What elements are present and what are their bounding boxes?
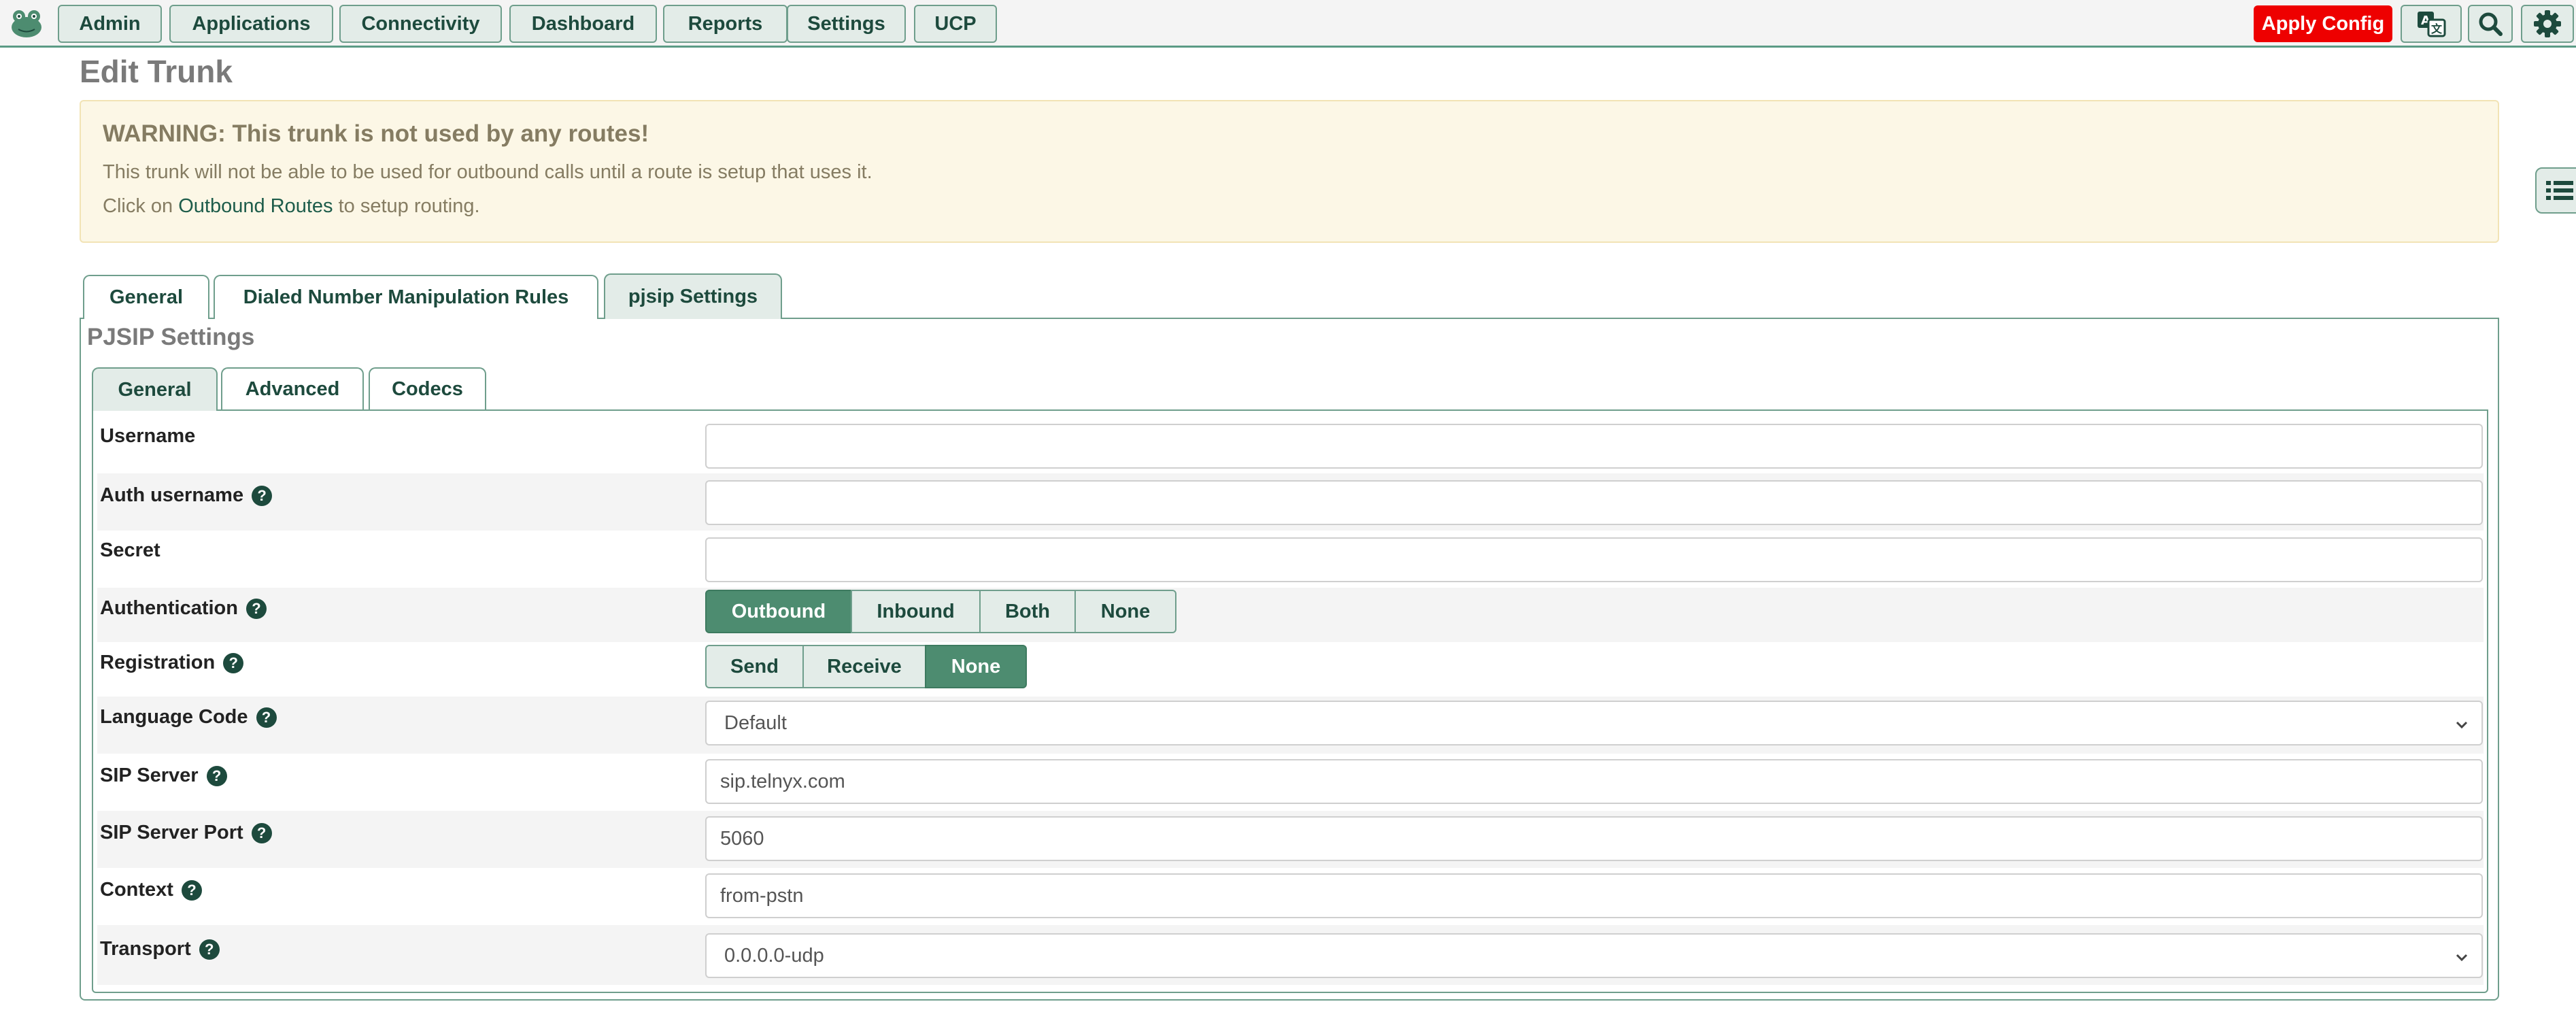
language-code-value: Default <box>724 711 787 734</box>
list-toggle-icon[interactable] <box>2535 167 2576 214</box>
auth-both-option[interactable]: Both <box>979 590 1076 633</box>
help-icon[interactable]: ? <box>256 707 277 728</box>
frog-logo-icon[interactable] <box>8 5 45 42</box>
nav-settings[interactable]: Settings <box>787 5 906 43</box>
nav-reports[interactable]: Reports <box>663 5 787 43</box>
nav-applications[interactable]: Applications <box>169 5 333 43</box>
reg-send-option[interactable]: Send <box>705 645 804 688</box>
subtab-codecs[interactable]: Codecs <box>369 367 486 409</box>
nav-connectivity[interactable]: Connectivity <box>339 5 502 43</box>
warning-prefix: Click on <box>103 195 179 217</box>
auth-none-option[interactable]: None <box>1074 590 1176 633</box>
reg-none-option[interactable]: None <box>925 645 1027 688</box>
username-label: Username <box>100 425 195 448</box>
subtab-advanced[interactable]: Advanced <box>221 367 364 409</box>
nav-ucp[interactable]: UCP <box>914 5 997 43</box>
translate-icon[interactable]: A 文 <box>2401 5 2462 43</box>
sip-server-label: SIP Server? <box>100 765 227 787</box>
language-code-label: Language Code? <box>100 706 277 728</box>
sip-server-label-text: SIP Server <box>100 765 199 786</box>
context-input[interactable]: from-pstn <box>705 873 2483 918</box>
help-icon[interactable]: ? <box>199 939 220 960</box>
nav-dashboard[interactable]: Dashboard <box>509 5 657 43</box>
auth-username-input[interactable] <box>705 480 2483 525</box>
help-icon[interactable]: ? <box>246 598 267 619</box>
context-label-text: Context <box>100 879 173 901</box>
username-input[interactable] <box>705 424 2483 469</box>
apply-config-button[interactable]: Apply Config <box>2254 5 2392 42</box>
chevron-down-icon <box>2456 721 2468 729</box>
search-icon[interactable] <box>2468 5 2513 43</box>
subtab-general[interactable]: General <box>92 367 218 411</box>
warning-alert: WARNING: This trunk is not used by any r… <box>80 100 2499 243</box>
auth-username-label-text: Auth username <box>100 484 244 506</box>
auth-inbound-option[interactable]: Inbound <box>851 590 981 633</box>
chevron-down-icon <box>2456 954 2468 962</box>
secret-label-text: Secret <box>100 539 160 561</box>
form-row-authentication <box>97 588 2484 642</box>
help-icon[interactable]: ? <box>251 822 272 843</box>
language-code-select[interactable]: Default <box>705 701 2483 745</box>
transport-select[interactable]: 0.0.0.0-udp <box>705 933 2483 978</box>
sip-server-input[interactable]: sip.telnyx.com <box>705 759 2483 804</box>
authentication-label: Authentication? <box>100 597 267 620</box>
help-icon[interactable]: ? <box>181 879 202 901</box>
transport-value: 0.0.0.0-udp <box>724 944 824 967</box>
page-title: Edit Trunk <box>80 54 233 89</box>
warning-routing-text: Click on Outbound Routes to setup routin… <box>103 195 480 218</box>
reg-receive-option[interactable]: Receive <box>802 645 926 688</box>
svg-text:文: 文 <box>2431 22 2443 35</box>
username-label-text: Username <box>100 425 196 447</box>
outbound-routes-link[interactable]: Outbound Routes <box>178 195 333 217</box>
secret-input[interactable] <box>705 537 2483 582</box>
form-row-registration <box>97 642 2484 697</box>
tab-general[interactable]: General <box>83 275 209 319</box>
gear-icon[interactable] <box>2521 5 2574 43</box>
registration-label-text: Registration <box>100 652 216 673</box>
sip-server-port-label-text: SIP Server Port <box>100 822 243 843</box>
top-nav-bar: Admin Applications Connectivity Dashboar… <box>0 0 2576 48</box>
context-label: Context? <box>100 879 202 901</box>
nav-admin[interactable]: Admin <box>58 5 162 43</box>
sip-server-port-input[interactable]: 5060 <box>705 816 2483 861</box>
auth-outbound-option[interactable]: Outbound <box>705 590 852 633</box>
secret-label: Secret <box>100 539 160 562</box>
sip-server-port-label: SIP Server Port? <box>100 822 272 844</box>
registration-label: Registration? <box>100 652 244 674</box>
transport-label-text: Transport <box>100 938 191 960</box>
warning-heading: WARNING: This trunk is not used by any r… <box>103 120 649 147</box>
section-title: PJSIP Settings <box>87 324 255 350</box>
help-icon[interactable]: ? <box>252 485 273 506</box>
tab-dialed-number-rules[interactable]: Dialed Number Manipulation Rules <box>214 275 598 319</box>
warning-text: This trunk will not be able to be used f… <box>103 161 872 183</box>
auth-username-label: Auth username? <box>100 484 273 507</box>
help-icon[interactable]: ? <box>206 765 227 786</box>
warning-suffix: to setup routing. <box>333 195 480 217</box>
authentication-label-text: Authentication <box>100 597 238 619</box>
language-code-label-text: Language Code <box>100 706 248 728</box>
transport-label: Transport? <box>100 938 220 960</box>
tab-pjsip-settings[interactable]: pjsip Settings <box>604 273 782 319</box>
help-icon[interactable]: ? <box>223 652 244 673</box>
